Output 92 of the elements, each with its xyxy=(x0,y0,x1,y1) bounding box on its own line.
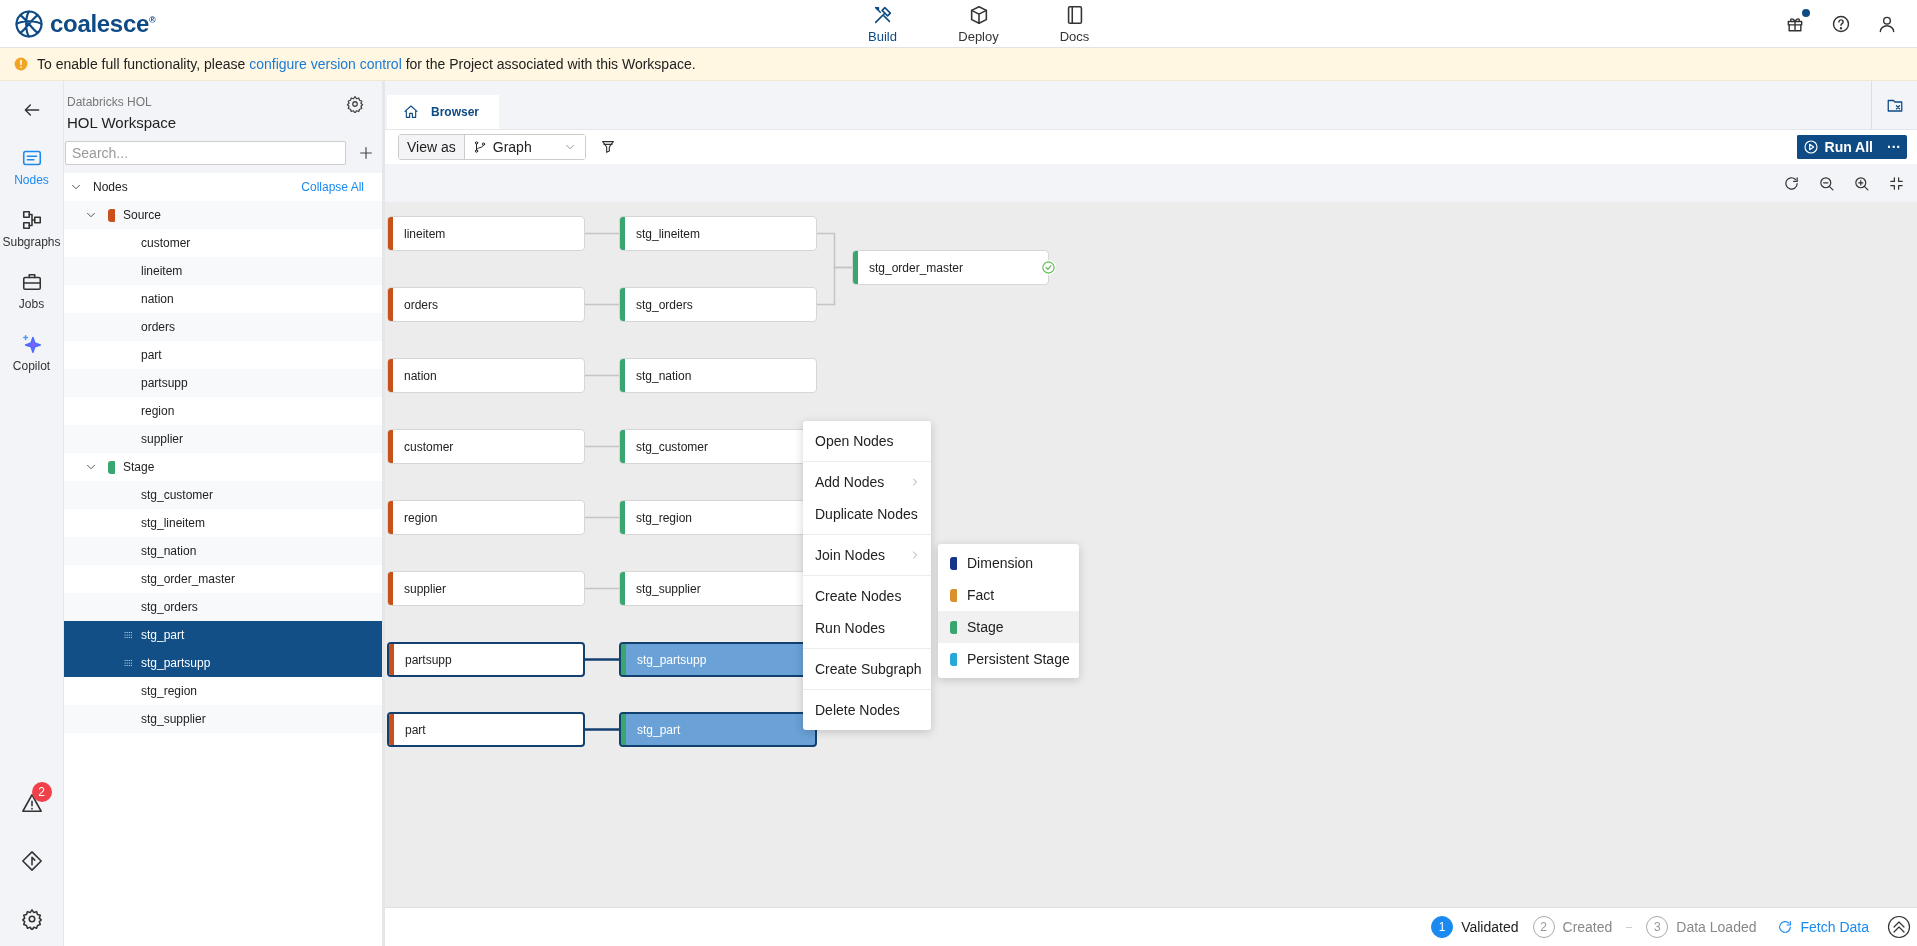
graph-node[interactable]: supplier xyxy=(387,571,585,606)
tree-item[interactable]: region xyxy=(64,397,382,425)
brand-logo: coalesce$^{®}$ xyxy=(50,9,156,38)
tree-item[interactable]: stg_customer xyxy=(64,481,382,509)
menu-item[interactable]: Stage xyxy=(938,611,1079,643)
settings-icon xyxy=(346,95,364,113)
version-control-link[interactable]: configure version control xyxy=(249,56,402,72)
gear-icon[interactable] xyxy=(20,908,43,930)
tree-item[interactable]: orders xyxy=(64,313,382,341)
tree-item[interactable]: stg_part xyxy=(64,621,382,649)
menu-item[interactable]: Join Nodes xyxy=(803,539,931,571)
tree-item[interactable]: nation xyxy=(64,285,382,313)
nav-tab[interactable]: Build xyxy=(839,1,926,46)
graph-node[interactable]: nation xyxy=(387,358,585,393)
tree-item[interactable]: stg_supplier xyxy=(64,705,382,733)
warning-icon xyxy=(14,57,28,71)
tree-item[interactable]: part xyxy=(64,341,382,369)
graph-node[interactable]: stg_order_master xyxy=(852,250,1049,285)
expand-up-icon[interactable] xyxy=(1887,915,1911,939)
graph-node[interactable]: stg_lineitem xyxy=(619,216,817,251)
connector-line xyxy=(585,658,619,661)
filter-icon xyxy=(599,139,616,155)
search-field[interactable]: Search... xyxy=(65,141,346,165)
plus-icon xyxy=(358,145,374,161)
graph-node[interactable]: stg_nation xyxy=(619,358,817,393)
graph-node[interactable]: customer xyxy=(387,429,585,464)
logo-icon xyxy=(14,8,44,39)
tree-item[interactable]: stg_lineitem xyxy=(64,509,382,537)
workspace-name: HOL Workspace xyxy=(67,114,177,131)
graph-node[interactable]: stg_orders xyxy=(619,287,817,322)
connector-line xyxy=(584,374,620,377)
nav-tab[interactable]: Docs xyxy=(1031,1,1118,46)
tree-item[interactable]: partsupp xyxy=(64,369,382,397)
connector-line xyxy=(585,728,619,731)
connector-line xyxy=(584,303,620,306)
tree-item[interactable]: stg_order_master xyxy=(64,565,382,593)
tree-item[interactable]: stg_partsupp xyxy=(64,649,382,677)
browser-tab[interactable]: Browser xyxy=(387,95,500,129)
drag-handle-icon xyxy=(123,658,133,668)
refresh-icon xyxy=(1776,919,1793,935)
connector-line xyxy=(584,445,620,448)
tree-item[interactable]: supplier xyxy=(64,425,382,453)
help-icon[interactable] xyxy=(1831,13,1851,34)
tree-item[interactable]: stg_region xyxy=(64,677,382,705)
nav-item[interactable]: Jobs xyxy=(0,271,64,311)
tree-group[interactable]: Source xyxy=(64,201,382,229)
git-icon[interactable] xyxy=(20,850,43,872)
zoom-in-icon[interactable] xyxy=(1853,174,1870,192)
graph-node[interactable]: part xyxy=(387,712,585,747)
graph-node[interactable]: partsupp xyxy=(387,642,585,677)
subgraph-icon xyxy=(20,209,43,231)
count-badge: 2 xyxy=(31,782,52,802)
connector-line xyxy=(816,266,853,306)
zoom-out-icon[interactable] xyxy=(1818,174,1835,192)
menu-item[interactable]: Run Nodes xyxy=(803,612,931,644)
refresh-icon[interactable] xyxy=(1783,174,1800,192)
graph-node[interactable]: orders xyxy=(387,287,585,322)
home-icon xyxy=(403,104,419,120)
tree-item[interactable]: stg_orders xyxy=(64,593,382,621)
tree-item[interactable]: customer xyxy=(64,229,382,257)
tree-header[interactable]: Nodes Collapse All xyxy=(64,173,382,201)
connector-line xyxy=(584,587,620,590)
connector-line xyxy=(584,232,620,235)
tree-group[interactable]: Stage xyxy=(64,453,382,481)
progress-step: 3 Data Loaded xyxy=(1646,916,1757,938)
drag-handle-icon xyxy=(123,630,133,640)
more-button[interactable]: ··· xyxy=(1879,139,1901,155)
filter-button[interactable] xyxy=(599,139,616,155)
progress-step: 1 Validated xyxy=(1431,916,1519,938)
connector-line xyxy=(584,516,620,519)
project-name: Databricks HOL xyxy=(67,95,153,109)
graph-node[interactable]: region xyxy=(387,500,585,535)
fetch-data-button[interactable]: Fetch Data xyxy=(1776,919,1869,935)
play-icon xyxy=(1802,139,1819,155)
fit-view-icon[interactable] xyxy=(1888,174,1905,192)
menu-item[interactable]: Dimension xyxy=(938,547,1079,579)
collapse-all-button[interactable]: Collapse All xyxy=(301,180,364,194)
sparkle-icon xyxy=(20,333,43,355)
menu-item[interactable]: Fact xyxy=(938,579,1079,611)
nav-tab[interactable]: Deploy xyxy=(935,1,1022,46)
nav-item[interactable]: Copilot xyxy=(0,333,64,373)
menu-item[interactable]: Persistent Stage xyxy=(938,643,1079,675)
menu-item[interactable]: Add Nodes xyxy=(803,466,931,498)
nav-item[interactable]: Subgraphs xyxy=(0,209,64,249)
tree-item[interactable]: stg_nation xyxy=(64,537,382,565)
add-button[interactable] xyxy=(358,145,374,161)
banner-message: To enable full functionality, please configure version control for the Project associated with this Workspace. xyxy=(37,56,696,72)
briefcase-icon xyxy=(20,271,43,293)
graph-node[interactable]: lineitem xyxy=(387,216,585,251)
progress-step: 2 Created xyxy=(1532,916,1613,938)
settings-button[interactable] xyxy=(346,95,364,113)
tree-item[interactable]: lineitem xyxy=(64,257,382,285)
